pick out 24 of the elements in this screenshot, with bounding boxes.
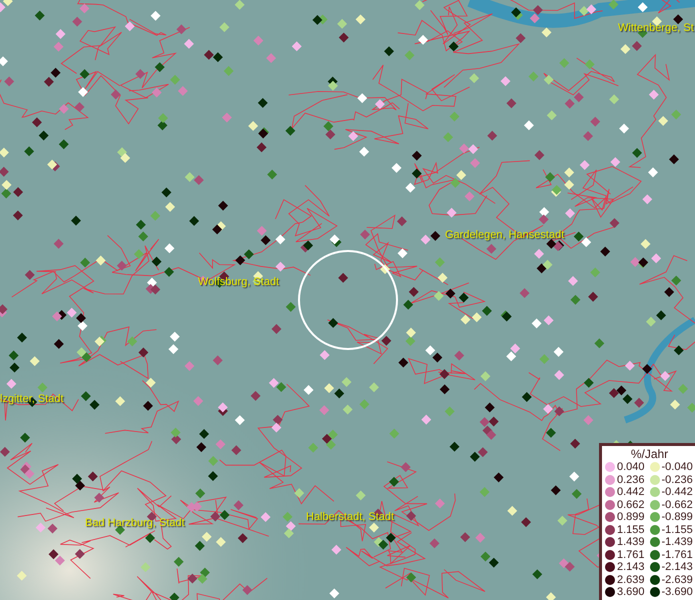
legend-value: -0.040 (660, 461, 694, 474)
legend-value: -0.236 (660, 474, 694, 486)
legend-value: 1.761 (616, 548, 646, 561)
legend-title: %/Jahr (630, 447, 670, 461)
legend-value: 2.143 (616, 561, 646, 574)
legend-value: -2.639 (660, 574, 694, 586)
legend-value: 0.662 (616, 498, 646, 511)
legend-value: 3.690 (616, 586, 646, 598)
legend-value: -0.662 (660, 498, 694, 511)
legend-value: -0.899 (660, 511, 694, 524)
legend-value: 0.442 (616, 486, 646, 498)
legend-value: -3.690 (660, 586, 694, 598)
legend-value: 2.639 (616, 574, 646, 586)
legend-value: 0.040 (616, 461, 646, 474)
place-label: Wittenberge, St (618, 22, 694, 34)
legend-value: -1.155 (660, 524, 694, 536)
legend-value: -1.761 (660, 548, 694, 561)
legend-value: -1.439 (660, 536, 694, 548)
legend-value: -0.442 (660, 486, 694, 498)
legend-value: 0.899 (616, 511, 646, 524)
legend-value: 1.439 (616, 536, 646, 548)
legend-value: 1.155 (616, 524, 646, 536)
legend-value: -2.143 (660, 561, 694, 574)
legend-value: 0.236 (616, 474, 646, 486)
